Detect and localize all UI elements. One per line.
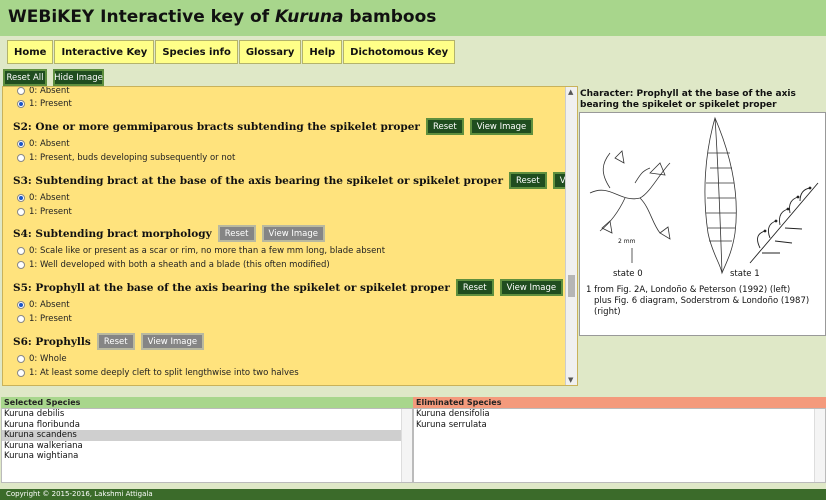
option-s4-0[interactable]: 0: Scale like or present as a scar or ri… (17, 246, 385, 256)
nav-home[interactable]: Home (7, 40, 54, 64)
panel-scrollbar[interactable]: ▲ ▼ (565, 87, 577, 385)
view-image-button[interactable]: View Image (499, 279, 564, 296)
radio-icon[interactable] (17, 355, 25, 363)
option-s6-1[interactable]: 1: At least some deeply cleft to split l… (17, 368, 299, 378)
view-image-button[interactable]: View Image (469, 118, 534, 135)
character-title: S6: Prophylls (13, 335, 91, 348)
list-item[interactable]: Kuruna debilis (2, 409, 412, 420)
state-1-label: state 1 (730, 269, 760, 279)
option-label: 0: Absent (29, 139, 70, 149)
character-title: S3: Subtending bract at the base of the … (13, 174, 503, 187)
main-nav: Home Interactive Key Species info Glossa… (7, 40, 456, 64)
option-label: 1: Present (29, 207, 72, 217)
prophyll-drawing: 2 mm (589, 116, 819, 275)
view-image-button[interactable]: View Image (261, 225, 325, 242)
footer-copyright: Copyright © 2015-2016, Lakshmi Attigala (0, 489, 826, 500)
reset-button[interactable]: Reset (508, 172, 547, 189)
radio-icon[interactable] (17, 140, 25, 148)
list-item[interactable]: Kuruna wightiana (2, 451, 412, 462)
list-scrollbar[interactable] (401, 409, 412, 482)
option-prev-1[interactable]: 1: Present (17, 99, 72, 109)
scale-label: 2 mm (618, 238, 636, 245)
option-label: 0: Whole (29, 354, 67, 364)
radio-icon[interactable] (17, 261, 25, 269)
character-title: S2: One or more gemmiparous bracts subte… (13, 120, 420, 133)
character-panel-title: Character: Prophyll at the base of the a… (580, 89, 796, 110)
option-prev-0[interactable]: 0: Absent (17, 86, 70, 96)
caption-line: 1 from Fig. 2A, Londoño & Peterson (1992… (586, 285, 791, 295)
radio-icon[interactable] (17, 100, 25, 108)
selected-species-header: Selected Species (1, 397, 413, 408)
option-s4-1[interactable]: 1: Well developed with both a sheath and… (17, 260, 330, 270)
radio-icon[interactable] (17, 369, 25, 377)
nav-help[interactable]: Help (302, 40, 343, 64)
radio-icon[interactable] (17, 301, 25, 309)
list-item[interactable]: Kuruna serrulata (414, 420, 825, 431)
state-0-label: state 0 (613, 269, 643, 279)
view-image-button[interactable]: View Image (140, 333, 205, 350)
option-label: 1: Present, buds developing subsequently… (29, 153, 236, 163)
option-s2-0[interactable]: 0: Absent (17, 139, 70, 149)
character-s2: S2: One or more gemmiparous bracts subte… (13, 118, 534, 135)
nav-species-info[interactable]: Species info (155, 40, 238, 64)
option-s6-0[interactable]: 0: Whole (17, 354, 67, 364)
option-s3-1[interactable]: 1: Present (17, 207, 72, 217)
radio-icon[interactable] (17, 87, 25, 95)
option-label: 0: Absent (29, 86, 70, 96)
character-s5: S5: Prophyll at the base of the axis bea… (13, 279, 564, 296)
scroll-down-icon[interactable]: ▼ (568, 376, 573, 384)
character-title: S4: Subtending bract morphology (13, 227, 212, 240)
character-s3: S3: Subtending bract at the base of the … (13, 172, 577, 189)
scroll-thumb[interactable] (568, 275, 575, 297)
app-header: WEBiKEY Interactive key of Kuruna bamboo… (0, 0, 826, 36)
character-illustration: 2 mm state 0 state 1 1 from Fig. 2A, Lon… (579, 112, 826, 336)
reset-all-button[interactable]: Reset All (3, 69, 47, 86)
option-s2-1[interactable]: 1: Present, buds developing subsequently… (17, 153, 235, 163)
character-list-panel: 0: Absent 1: Present S2: One or more gem… (2, 86, 578, 386)
radio-icon[interactable] (17, 208, 25, 216)
page-title: WEBiKEY Interactive key of Kuruna bamboo… (8, 7, 437, 27)
nav-dichotomous-key[interactable]: Dichotomous Key (343, 40, 456, 64)
character-image-panel: Character: Prophyll at the base of the a… (578, 86, 826, 396)
radio-icon[interactable] (17, 154, 25, 162)
list-item[interactable]: Kuruna scandens (2, 430, 402, 441)
eliminated-species-list[interactable]: Kuruna densifolia Kuruna serrulata (413, 408, 826, 483)
option-label: 1: At least some deeply cleft to split l… (29, 368, 299, 378)
option-label: 0: Absent (29, 300, 70, 310)
option-s3-0[interactable]: 0: Absent (17, 193, 70, 203)
selected-species-list[interactable]: Kuruna debilis Kuruna floribunda Kuruna … (1, 408, 413, 483)
reset-button[interactable]: Reset (455, 279, 494, 296)
list-item[interactable]: Kuruna walkeriana (2, 441, 412, 452)
list-scrollbar[interactable] (814, 409, 825, 482)
radio-icon[interactable] (17, 315, 25, 323)
option-s5-1[interactable]: 1: Present (17, 314, 72, 324)
radio-icon[interactable] (17, 194, 25, 202)
character-s6: S6: Prophylls Reset View Image (13, 333, 205, 350)
list-item[interactable]: Kuruna densifolia (414, 409, 825, 420)
reset-button[interactable]: Reset (217, 225, 256, 242)
radio-icon[interactable] (17, 247, 25, 255)
option-label: 1: Well developed with both a sheath and… (29, 260, 330, 270)
option-label: 1: Present (29, 314, 72, 324)
list-item[interactable]: Kuruna floribunda (2, 420, 412, 431)
nav-interactive-key[interactable]: Interactive Key (54, 40, 155, 64)
character-title: S5: Prophyll at the base of the axis bea… (13, 281, 450, 294)
option-label: 1: Present (29, 99, 72, 109)
option-s5-0[interactable]: 0: Absent (17, 300, 70, 310)
reset-button[interactable]: Reset (425, 118, 464, 135)
scroll-up-icon[interactable]: ▲ (568, 88, 573, 96)
option-label: 0: Absent (29, 193, 70, 203)
hide-image-button[interactable]: Hide Image (53, 69, 104, 86)
option-label: 0: Scale like or present as a scar or ri… (29, 246, 386, 256)
eliminated-species-header: Eliminated Species (413, 397, 826, 408)
nav-glossary[interactable]: Glossary (238, 40, 302, 64)
character-s4: S4: Subtending bract morphology Reset Vi… (13, 225, 325, 242)
image-caption: 1 from Fig. 2A, Londoño & Peterson (1992… (586, 285, 825, 318)
caption-line: plus Fig. 6 diagram, Soderstrom & Londoñ… (594, 296, 810, 317)
reset-button[interactable]: Reset (96, 333, 135, 350)
